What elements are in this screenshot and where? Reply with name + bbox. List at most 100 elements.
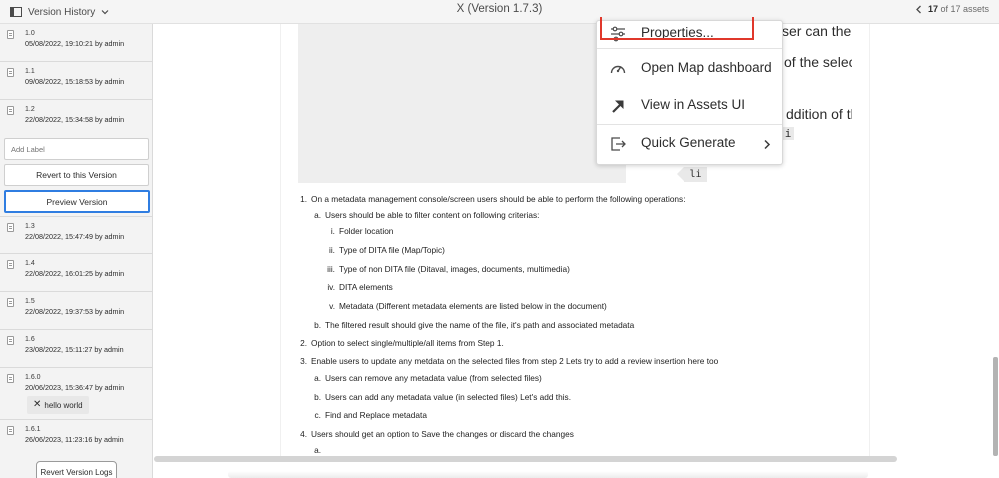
asset-total: of 17 assets bbox=[940, 4, 989, 14]
version-item-1-0[interactable]: 1.0 05/08/2022, 19:10:21 by admin bbox=[0, 24, 152, 62]
version-number: 1.3 bbox=[25, 223, 35, 230]
version-number: 1.1 bbox=[25, 68, 35, 75]
list-marker: b. bbox=[314, 392, 321, 402]
list-marker: iv. bbox=[327, 282, 335, 292]
list-item: Find and Replace metadata bbox=[325, 410, 427, 420]
version-number: 1.6 bbox=[25, 336, 35, 343]
close-icon[interactable]: ✕ bbox=[33, 400, 41, 410]
revert-version-logs-button[interactable]: Revert Version Logs bbox=[36, 461, 117, 478]
version-item-1-6[interactable]: 1.6 23/08/2022, 15:11:27 by admin bbox=[0, 330, 152, 368]
context-menu: Properties... Open Map dashboard View in… bbox=[596, 20, 783, 165]
highlight-outline bbox=[600, 17, 754, 40]
version-item-1-5[interactable]: 1.5 22/08/2022, 19:37:53 by admin bbox=[0, 292, 152, 330]
version-meta: 26/06/2023, 11:23:16 by admin bbox=[25, 435, 124, 444]
menu-item-label: Open Map dashboard bbox=[641, 60, 772, 75]
version-meta: 23/08/2022, 15:11:27 by admin bbox=[25, 345, 124, 354]
add-label-input[interactable] bbox=[4, 138, 149, 160]
list-marker: b. bbox=[314, 320, 321, 330]
asset-current: 17 bbox=[927, 4, 938, 14]
menu-item-label: Quick Generate bbox=[641, 135, 736, 150]
list-marker: i. bbox=[330, 226, 335, 236]
export-icon bbox=[611, 137, 626, 151]
asset-pager: 17 of 17 assets bbox=[915, 4, 989, 14]
text-fragment: ddition of th bbox=[786, 106, 852, 122]
bottom-panel-edge bbox=[228, 471, 868, 478]
version-number: 1.0 bbox=[25, 30, 35, 37]
list-marker: ii. bbox=[329, 245, 335, 255]
list-marker: a. bbox=[314, 210, 321, 220]
list-item: Users can remove any metadata value (fro… bbox=[325, 373, 542, 383]
version-item-1-6-1[interactable]: 1.6.1 26/06/2023, 11:23:16 by admin bbox=[0, 420, 152, 454]
version-item-1-1[interactable]: 1.1 09/08/2022, 15:18:53 by admin bbox=[0, 62, 152, 100]
preview-version-button[interactable]: Preview Version bbox=[4, 190, 150, 213]
horizontal-scroll-thumb[interactable] bbox=[154, 456, 897, 462]
top-bar: Version History X (Version 1.7.3) 17 of … bbox=[0, 0, 999, 24]
menu-item-view-in-assets[interactable]: View in Assets UI bbox=[597, 87, 782, 124]
version-item-1-4[interactable]: 1.4 22/08/2022, 16:01:25 by admin bbox=[0, 254, 152, 292]
menu-item-open-map-dashboard[interactable]: Open Map dashboard bbox=[597, 50, 782, 87]
version-number: 1.4 bbox=[25, 260, 35, 267]
arrow-up-right-icon bbox=[612, 100, 624, 113]
list-item: Users should be able to filter content o… bbox=[325, 210, 540, 220]
list-marker: 3. bbox=[300, 356, 307, 366]
list-marker: c. bbox=[314, 410, 321, 420]
list-marker: a. bbox=[314, 373, 321, 383]
document-icon bbox=[7, 68, 14, 77]
vertical-scroll-thumb[interactable] bbox=[993, 357, 998, 456]
document-icon bbox=[7, 260, 14, 269]
list-marker: v. bbox=[329, 301, 335, 311]
document-icon bbox=[7, 374, 14, 383]
list-item: Type of non DITA file (Ditaval, images, … bbox=[339, 264, 570, 274]
list-item: Metadata (Different metadata elements ar… bbox=[339, 301, 607, 311]
image-placeholder bbox=[298, 24, 626, 183]
menu-item-label: View in Assets UI bbox=[641, 97, 746, 112]
version-meta: 22/08/2022, 16:01:25 by admin bbox=[25, 269, 125, 278]
menu-divider bbox=[597, 48, 782, 49]
chevron-left-icon[interactable] bbox=[915, 5, 922, 14]
version-sidebar: 1.0 05/08/2022, 19:10:21 by admin 1.1 09… bbox=[0, 24, 153, 478]
text-fragment: of the selec bbox=[784, 54, 852, 70]
text-fragment: ser can the bbox=[782, 23, 852, 39]
version-number: 1.2 bbox=[25, 106, 35, 113]
document-icon bbox=[7, 223, 14, 232]
list-marker: 2. bbox=[300, 338, 307, 348]
version-label-tag: ✕ hello world bbox=[27, 396, 89, 414]
dashboard-icon bbox=[610, 65, 626, 74]
version-meta: 22/08/2022, 15:34:58 by admin bbox=[25, 115, 125, 124]
list-item: Folder location bbox=[339, 226, 394, 236]
version-item-1-3[interactable]: 1.3 22/08/2022, 15:47:49 by admin bbox=[0, 216, 152, 254]
version-number: 1.6.0 bbox=[25, 374, 41, 381]
document-title: X (Version 1.7.3) bbox=[456, 3, 543, 15]
document-icon bbox=[7, 336, 14, 345]
document-icon bbox=[7, 426, 14, 435]
version-number: 1.5 bbox=[25, 298, 35, 305]
list-item: Enable users to update any metdata on th… bbox=[311, 356, 719, 366]
list-marker: 4. bbox=[300, 429, 307, 439]
li-element-tag[interactable]: li bbox=[677, 167, 707, 182]
list-item: On a metadata management console/screen … bbox=[311, 194, 686, 204]
version-item-1-2[interactable]: 1.2 22/08/2022, 15:34:58 by admin bbox=[0, 100, 152, 134]
version-meta: 22/08/2022, 15:47:49 by admin bbox=[25, 232, 125, 241]
list-item: DITA elements bbox=[339, 282, 393, 292]
version-meta: 20/06/2023, 15:36:47 by admin bbox=[25, 383, 125, 392]
list-marker: 1. bbox=[300, 194, 307, 204]
list-item: The filtered result should give the name… bbox=[325, 320, 635, 330]
list-marker: iii. bbox=[327, 264, 335, 274]
list-item: Users can add any metadata value (in sel… bbox=[325, 392, 572, 402]
menu-item-quick-generate[interactable]: Quick Generate bbox=[597, 125, 782, 162]
version-meta: 05/08/2022, 19:10:21 by admin bbox=[25, 39, 125, 48]
revert-version-button[interactable]: Revert to this Version bbox=[4, 164, 149, 186]
version-meta: 09/08/2022, 15:18:53 by admin bbox=[25, 77, 125, 86]
chevron-right-icon bbox=[764, 139, 771, 150]
code-fragment: i bbox=[782, 127, 794, 140]
document-icon bbox=[7, 106, 14, 115]
document-icon bbox=[7, 298, 14, 307]
tag-label: hello world bbox=[44, 400, 83, 410]
list-item: Option to select single/multiple/all ite… bbox=[311, 338, 504, 348]
list-item: Users should get an option to Save the c… bbox=[311, 429, 574, 439]
version-meta: 22/08/2022, 19:37:53 by admin bbox=[25, 307, 125, 316]
list-item: Type of DITA file (Map/Topic) bbox=[339, 245, 445, 255]
list-marker: a. bbox=[314, 445, 321, 455]
document-icon bbox=[7, 30, 14, 39]
version-number: 1.6.1 bbox=[25, 426, 41, 433]
